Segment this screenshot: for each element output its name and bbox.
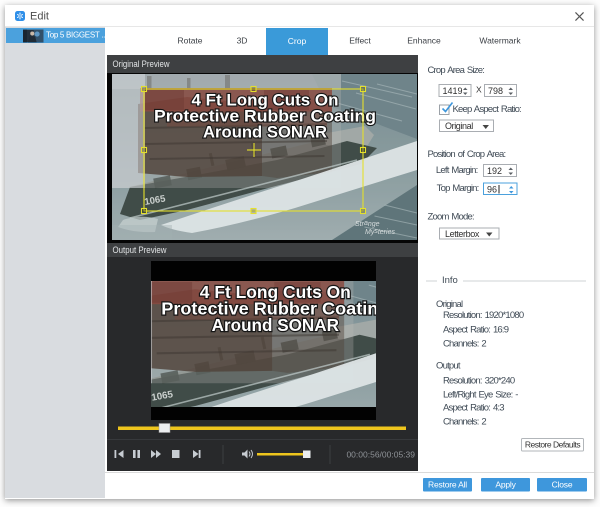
svg-text:Original Preview: Original Preview — [113, 59, 170, 69]
svg-text:Output Preview: Output Preview — [113, 245, 167, 255]
svg-text:00:00:56/00:05:39: 00:00:56/00:05:39 — [346, 450, 415, 460]
